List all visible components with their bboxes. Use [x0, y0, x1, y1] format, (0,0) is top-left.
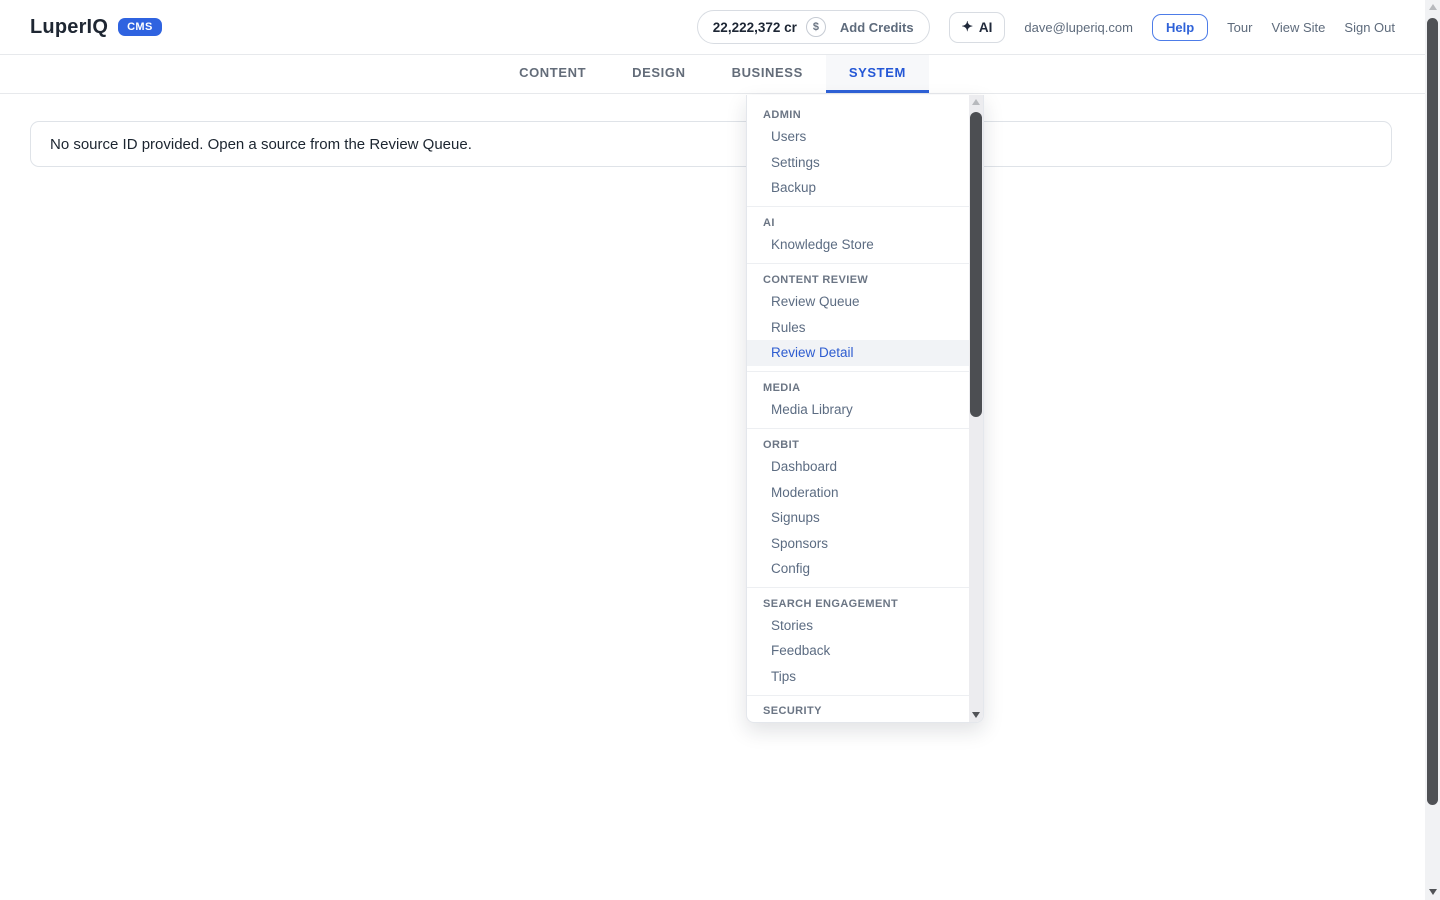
menu-divider — [747, 263, 969, 264]
menu-section-header: ADMIN — [747, 105, 969, 124]
view-site-link[interactable]: View Site — [1271, 20, 1325, 35]
page-scroll-up-arrow[interactable] — [1425, 4, 1440, 10]
menu-item-stories[interactable]: Stories — [747, 613, 969, 639]
menu-item-tips[interactable]: Tips — [747, 664, 969, 690]
notice-banner: No source ID provided. Open a source fro… — [30, 121, 1392, 167]
top-bar-actions: 22,222,372 cr $ Add Credits ✦ AI dave@lu… — [697, 10, 1395, 44]
menu-section-header: CONTENT REVIEW — [747, 270, 969, 289]
system-menu-dropdown: ADMINUsersSettingsBackup AIKnowledge Stor… — [746, 95, 984, 723]
help-button[interactable]: Help — [1152, 14, 1208, 41]
top-bar: LuperIQ CMS 22,222,372 cr $ Add Credits … — [0, 0, 1425, 55]
menu-section-header: SEARCH ENGAGEMENT — [747, 594, 969, 613]
brand: LuperIQ CMS — [30, 16, 162, 39]
menu-divider — [747, 428, 969, 429]
tab-business[interactable]: BUSINESS — [709, 55, 826, 93]
menu-item-settings[interactable]: Settings — [747, 150, 969, 176]
menu-divider — [747, 695, 969, 696]
user-email: dave@luperiq.com — [1024, 20, 1133, 35]
menu-divider — [747, 371, 969, 372]
app-logo: LuperIQ — [30, 16, 108, 39]
menu-item-config[interactable]: Config — [747, 556, 969, 582]
menu-item-review-queue[interactable]: Review Queue — [747, 289, 969, 315]
tab-content[interactable]: CONTENT — [496, 55, 609, 93]
menu-item-feedback[interactable]: Feedback — [747, 638, 969, 664]
tab-design[interactable]: DESIGN — [609, 55, 708, 93]
sign-out-link[interactable]: Sign Out — [1344, 20, 1395, 35]
credits-pill[interactable]: 22,222,372 cr $ Add Credits — [697, 10, 930, 44]
menu-item-moderation[interactable]: Moderation — [747, 480, 969, 506]
menu-item-backup[interactable]: Backup — [747, 175, 969, 201]
page-scroll-down-arrow[interactable] — [1425, 889, 1440, 895]
menu-section-header: SECURITY — [747, 701, 969, 720]
primary-nav: CONTENT DESIGN BUSINESS SYSTEM — [0, 55, 1425, 94]
menu-item-rules[interactable]: Rules — [747, 315, 969, 341]
menu-item-sponsors[interactable]: Sponsors — [747, 531, 969, 557]
tab-system[interactable]: SYSTEM — [826, 55, 929, 93]
dropdown-scroll-down-arrow[interactable] — [969, 712, 983, 718]
menu-divider — [747, 206, 969, 207]
system-menu: ADMINUsersSettingsBackup AIKnowledge Stor… — [747, 95, 969, 723]
menu-section-header: AI — [747, 213, 969, 232]
menu-divider — [747, 587, 969, 588]
ai-button-label: AI — [979, 20, 993, 35]
page-scrollbar[interactable] — [1425, 0, 1440, 900]
credits-amount: 22,222,372 cr — [713, 20, 797, 35]
sparkle-icon: ✦ — [962, 19, 973, 35]
menu-item-knowledge-store[interactable]: Knowledge Store — [747, 232, 969, 258]
menu-item-users[interactable]: Users — [747, 124, 969, 150]
ai-button[interactable]: ✦ AI — [949, 12, 1006, 43]
menu-item-media-library[interactable]: Media Library — [747, 397, 969, 423]
dropdown-scrollbar-thumb[interactable] — [970, 112, 982, 417]
main-content: No source ID provided. Open a source fro… — [0, 121, 1425, 167]
menu-item-dashboard[interactable]: Dashboard — [747, 721, 969, 723]
cms-badge: CMS — [118, 18, 162, 36]
page-scrollbar-thumb[interactable] — [1427, 18, 1438, 805]
dollar-icon: $ — [806, 17, 826, 37]
menu-section-header: ORBIT — [747, 435, 969, 454]
dropdown-scrollbar[interactable] — [969, 95, 983, 722]
menu-item-review-detail[interactable]: Review Detail — [747, 340, 969, 366]
menu-item-signups[interactable]: Signups — [747, 505, 969, 531]
app-root: LuperIQ CMS 22,222,372 cr $ Add Credits … — [0, 0, 1425, 900]
tour-link[interactable]: Tour — [1227, 20, 1252, 35]
add-credits-button[interactable]: Add Credits — [840, 20, 914, 35]
menu-section-header: MEDIA — [747, 378, 969, 397]
dropdown-scroll-up-arrow[interactable] — [969, 99, 983, 105]
menu-item-dashboard[interactable]: Dashboard — [747, 454, 969, 480]
